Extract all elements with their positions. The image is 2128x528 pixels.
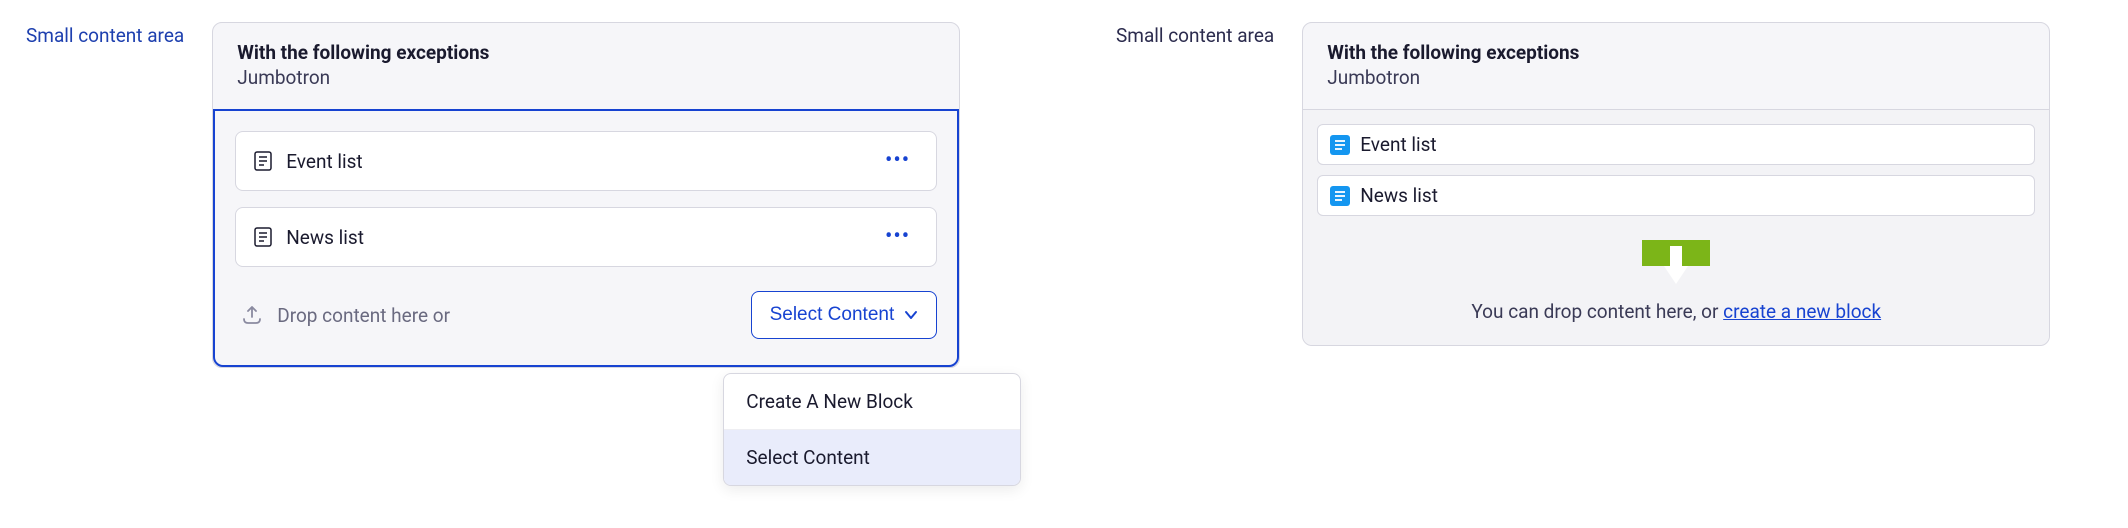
item-label: Event list (1360, 133, 1436, 156)
item-label: News list (286, 226, 364, 249)
drop-target-text: You can drop content here, or create a n… (1317, 300, 2035, 323)
document-icon (254, 227, 272, 247)
area-label: Small content area (1116, 22, 1274, 47)
card-header: With the following exceptions Jumbotron (1303, 23, 2049, 109)
document-icon (1330, 135, 1350, 155)
drop-prefix: You can drop content here, or (1471, 300, 1723, 323)
content-editor-right: Small content area With the following ex… (1116, 22, 2050, 346)
drop-hint: Drop content here or (277, 304, 450, 327)
drop-arrow-icon (1642, 240, 1710, 284)
content-drop-area[interactable]: Event list News list You can d (1303, 109, 2049, 345)
menu-item-select-content[interactable]: Select Content (724, 430, 1020, 485)
card-title: With the following exceptions (237, 41, 935, 64)
item-label: News list (1360, 184, 1438, 207)
more-icon[interactable]: ••• (877, 222, 918, 252)
select-content-button[interactable]: Select Content (751, 291, 938, 339)
chevron-down-icon (904, 310, 918, 320)
content-card: With the following exceptions Jumbotron … (1302, 22, 2050, 346)
card-title: With the following exceptions (1327, 41, 2025, 64)
drop-row: Drop content here or Select Content (235, 283, 937, 357)
menu-item-create-block[interactable]: Create A New Block (724, 374, 1020, 430)
select-content-button-label: Select Content (770, 304, 895, 326)
card-header: With the following exceptions Jumbotron (213, 23, 959, 109)
card-subtitle: Jumbotron (1327, 66, 2025, 89)
card-subtitle: Jumbotron (237, 66, 935, 89)
content-editor-left: Small content area With the following ex… (26, 22, 960, 368)
more-icon[interactable]: ••• (877, 146, 918, 176)
area-label: Small content area (26, 22, 184, 47)
content-card: With the following exceptions Jumbotron … (212, 22, 960, 368)
list-item[interactable]: Event list ••• (235, 131, 937, 191)
document-icon (254, 151, 272, 171)
item-label: Event list (286, 150, 362, 173)
upload-icon (241, 305, 263, 325)
drop-target: You can drop content here, or create a n… (1317, 240, 2035, 323)
list-item[interactable]: News list (1317, 175, 2035, 216)
list-item[interactable]: Event list (1317, 124, 2035, 165)
content-drop-area[interactable]: Event list ••• News list ••• (213, 109, 959, 367)
document-icon (1330, 186, 1350, 206)
create-block-link[interactable]: create a new block (1723, 300, 1881, 323)
select-content-menu: Create A New Block Select Content (723, 373, 1021, 486)
list-item[interactable]: News list ••• (235, 207, 937, 267)
